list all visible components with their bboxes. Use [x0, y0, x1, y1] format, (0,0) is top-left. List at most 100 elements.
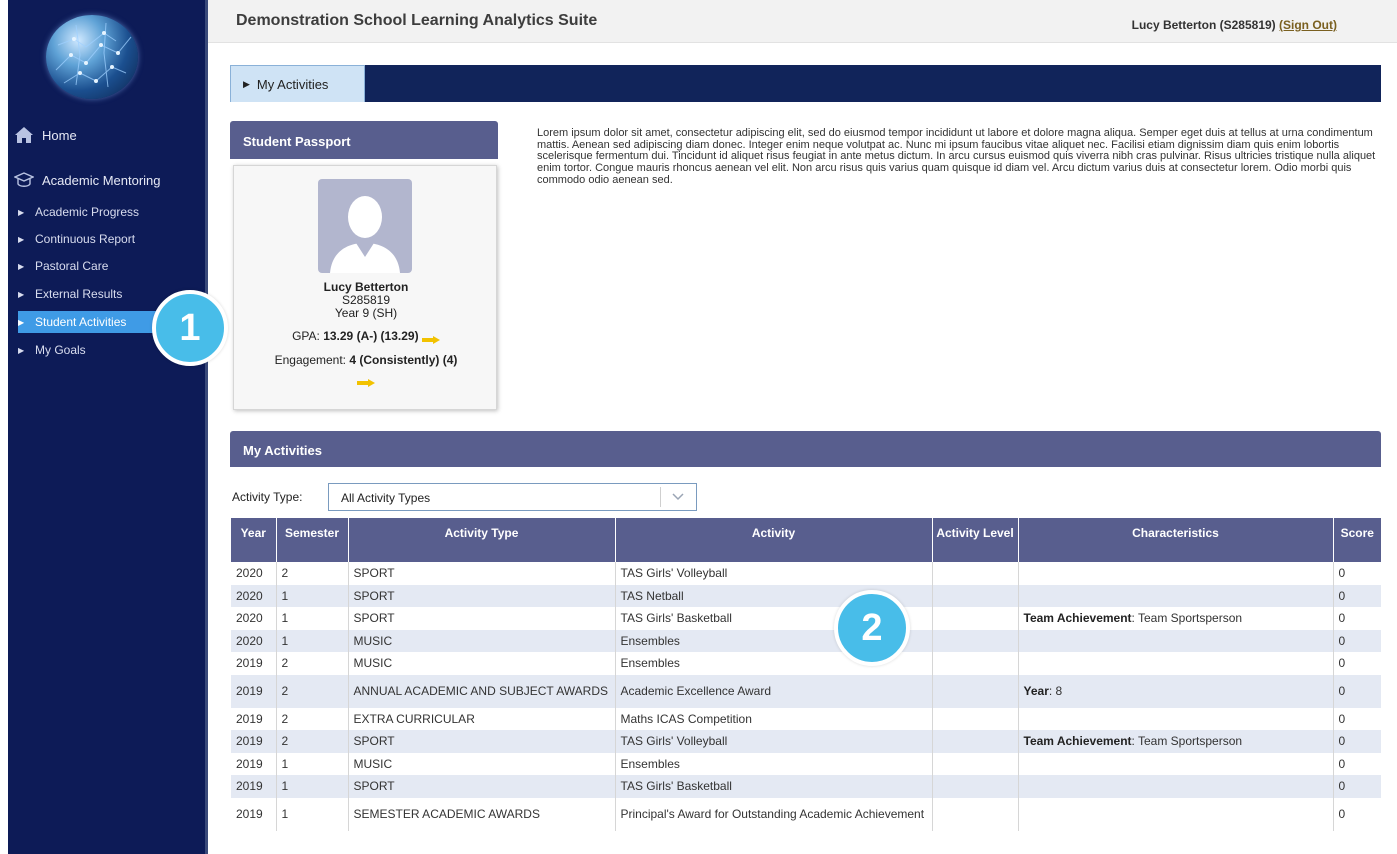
cell-year: 2019	[231, 652, 277, 675]
cell-activity-level	[932, 607, 1019, 630]
student-year: Year 9 (SH)	[334, 306, 398, 320]
characteristic-value: : 8	[1048, 684, 1063, 698]
table-row[interactable]: 2019 1 SEMESTER ACADEMIC AWARDS Principal's…	[231, 797, 1381, 831]
sidebar-divider	[205, 0, 208, 854]
column-header-activity-level[interactable]: Activity Level	[932, 518, 1019, 562]
cell-semester: 1	[276, 584, 349, 607]
cell-year: 2019	[231, 674, 277, 708]
cell-characteristics: Team Achievement: Team Sportsperson	[1018, 730, 1334, 753]
column-header-characteristics[interactable]: Characteristics	[1018, 518, 1334, 562]
header: Demonstration School Learning Analytics …	[208, 0, 1397, 43]
arrow-right-icon[interactable]	[357, 376, 375, 387]
cell-activity-level	[932, 707, 1019, 730]
column-header-semester[interactable]: Semester	[276, 518, 349, 562]
gpa-line: GPA: 13.29 (A-) (13.29)	[234, 329, 498, 344]
activity-type-label: Activity Type:	[232, 490, 303, 504]
cell-activity-type: SPORT	[348, 607, 616, 630]
sidebar-item-label: Continuous Report	[35, 232, 136, 246]
table-row[interactable]: 2020 1 SPORT TAS Girls' Basketball Team Achi…	[231, 607, 1381, 630]
callout-badge-2: 2	[834, 590, 910, 666]
cell-activity-type: SPORT	[348, 584, 616, 607]
table-row[interactable]: 2020 1 SPORT TAS Netball 0	[231, 584, 1381, 607]
cell-characteristics	[1018, 584, 1334, 607]
engagement-label: Engagement:	[274, 353, 347, 367]
cell-characteristics	[1018, 707, 1334, 730]
cell-score: 0	[1333, 562, 1381, 585]
cell-score: 0	[1333, 629, 1381, 652]
sidebar-item-pastoral-care[interactable]: ▶ Pastoral Care	[18, 255, 205, 277]
tab-label: My Activities	[256, 76, 329, 92]
cell-semester: 1	[276, 797, 349, 831]
triangle-right-icon: ▶	[18, 289, 25, 299]
cell-characteristics	[1018, 629, 1334, 652]
cell-characteristics	[1018, 562, 1334, 585]
cell-activity-level	[932, 752, 1019, 775]
cell-characteristics	[1018, 752, 1334, 775]
cell-characteristics: Year: 8	[1018, 674, 1334, 708]
cell-activity-level	[932, 775, 1019, 798]
cell-score: 0	[1333, 752, 1381, 775]
callout-badge-1: 1	[152, 290, 228, 366]
cell-semester: 2	[276, 652, 349, 675]
activity-type-select[interactable]: All Activity Types	[328, 483, 697, 511]
table-row[interactable]: 2019 2 EXTRA CURRICULAR Maths ICAS Competit…	[231, 707, 1381, 730]
student-id: S285819	[341, 293, 391, 307]
gpa-label: GPA:	[292, 329, 320, 343]
engagement-line: Engagement: 4 (Consistently) (4)	[234, 353, 498, 387]
cell-year: 2020	[231, 629, 277, 652]
cell-activity-type: MUSIC	[348, 629, 616, 652]
table-row[interactable]: 2020 1 MUSIC Ensembles 0	[231, 629, 1381, 652]
column-header-activity-type[interactable]: Activity Type	[348, 518, 616, 562]
chevron-down-icon[interactable]	[671, 489, 685, 503]
table-row[interactable]: 2019 2 ANNUAL ACADEMIC AND SUBJECT AWARDS A…	[231, 674, 1381, 708]
table-row[interactable]: 2019 2 SPORT TAS Girls' Volleyball Team Achi…	[231, 730, 1381, 753]
cell-activity-type: SPORT	[348, 562, 616, 585]
sidebar-item-academic-progress[interactable]: ▶ Academic Progress	[18, 201, 205, 223]
table-row[interactable]: 2019 1 SPORT TAS Girls' Basketball 0	[231, 775, 1381, 798]
cell-activity-type: SPORT	[348, 730, 616, 753]
table-row[interactable]: 2020 2 SPORT TAS Girls' Volleyball 0	[231, 562, 1381, 585]
cell-activity: Academic Excellence Award	[615, 674, 933, 708]
triangle-right-icon: ▶	[243, 78, 250, 89]
column-header-score[interactable]: Score	[1333, 518, 1381, 562]
cell-semester: 1	[276, 629, 349, 652]
tab-my-activities[interactable]: ▶ My Activities	[230, 65, 365, 102]
sidebar-item-continuous-report[interactable]: ▶ Continuous Report	[18, 228, 205, 250]
tab-bar: ▶ My Activities	[230, 65, 1381, 102]
avatar-placeholder-icon	[318, 179, 412, 273]
graduation-cap-icon	[13, 171, 35, 189]
triangle-right-icon: ▶	[18, 345, 25, 355]
cell-activity-type: SEMESTER ACADEMIC AWARDS	[348, 797, 616, 831]
cell-score: 0	[1333, 775, 1381, 798]
cell-semester: 2	[276, 730, 349, 753]
triangle-right-icon: ▶	[18, 261, 25, 271]
cell-activity-level	[932, 629, 1019, 652]
cell-activity: TAS Girls' Volleyball	[615, 730, 933, 753]
intro-text: Lorem ipsum dolor sit amet, consectetur …	[537, 127, 1376, 186]
cell-characteristics	[1018, 652, 1334, 675]
cell-activity: TAS Girls' Basketball	[615, 775, 933, 798]
table-row[interactable]: 2019 1 MUSIC Ensembles 0	[231, 752, 1381, 775]
column-header-activity[interactable]: Activity	[615, 518, 933, 562]
passport-header: Student Passport	[230, 121, 498, 159]
activity-type-value: All Activity Types	[341, 491, 431, 505]
table-row[interactable]: 2019 2 MUSIC Ensembles 0	[231, 652, 1381, 675]
characteristic-value: : Team Sportsperson	[1131, 611, 1243, 626]
cell-activity-type: ANNUAL ACADEMIC AND SUBJECT AWARDS	[348, 674, 616, 708]
user-name: Lucy Betterton (S285819)	[1131, 18, 1276, 32]
characteristic-label: Team Achievement	[1023, 611, 1132, 626]
nav-home[interactable]: Home	[14, 126, 77, 144]
cell-activity: Maths ICAS Competition	[615, 707, 933, 730]
school-logo-icon	[46, 15, 138, 99]
arrow-right-icon[interactable]	[421, 333, 440, 344]
column-header-year[interactable]: Year	[231, 518, 277, 562]
sidebar: Home Academic Mentoring ▶ Academic Progr…	[8, 0, 205, 854]
sidebar-item-label: Academic Progress	[35, 205, 140, 219]
cell-activity-type: MUSIC	[348, 652, 616, 675]
nav-academic-mentoring[interactable]: Academic Mentoring	[13, 171, 161, 189]
sign-out-link[interactable]: (Sign Out)	[1279, 18, 1337, 32]
cell-year: 2019	[231, 775, 277, 798]
sidebar-item-label: Pastoral Care	[35, 259, 109, 273]
passport-card: Lucy Betterton S285819 Year 9 (SH) GPA: …	[233, 165, 497, 410]
nav-academic-mentoring-label: Academic Mentoring	[42, 172, 161, 188]
